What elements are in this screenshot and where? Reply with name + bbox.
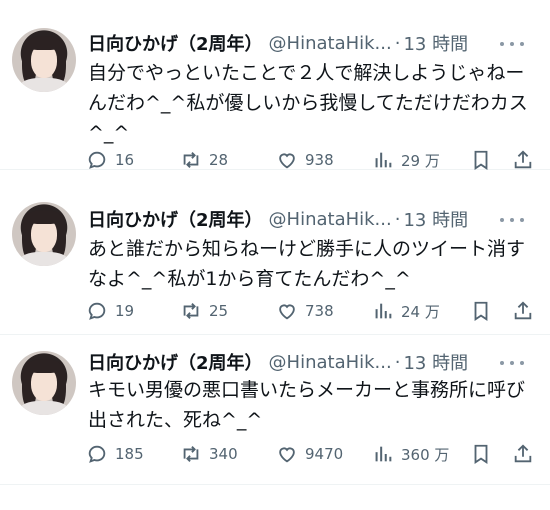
user-handle[interactable]: @HinataHik... xyxy=(269,209,392,230)
share-button[interactable] xyxy=(512,443,534,465)
reply-button[interactable]: 19 xyxy=(86,300,134,322)
retweet-icon xyxy=(183,303,199,319)
like-count: 738 xyxy=(305,302,334,320)
like-button[interactable]: 738 xyxy=(276,300,334,322)
tweet-text: 自分でやっといたことで２人で解決しようじゃねーんだわ^_^私が優しいから我慢して… xyxy=(88,62,528,144)
action-bar: 185 340 9470 360 万 xyxy=(86,439,542,469)
bar-chart-icon xyxy=(375,446,392,462)
view-count: 29 万 xyxy=(401,151,440,170)
comment-icon xyxy=(88,302,106,320)
bar-chart-icon xyxy=(375,152,392,168)
like-count: 938 xyxy=(305,151,334,169)
tweet-header: 日向ひかげ（2周年） @HinataHik... · 13 時間 xyxy=(88,349,538,375)
share-button[interactable] xyxy=(512,149,534,171)
tweet[interactable]: 日向ひかげ（2周年） @HinataHik... · 13 時間 自分でやっとい… xyxy=(0,0,550,170)
avatar[interactable] xyxy=(12,28,76,92)
more-dots-icon[interactable] xyxy=(500,353,524,373)
share-icon xyxy=(514,301,532,320)
tweet[interactable]: 日向ひかげ（2周年） @HinataHik... · 13 時間 キモい男優の悪… xyxy=(0,335,550,485)
share-icon xyxy=(514,150,532,169)
heart-icon xyxy=(279,304,295,320)
separator: · xyxy=(394,32,401,54)
more-dots-icon[interactable] xyxy=(500,210,524,230)
retweet-icon xyxy=(183,446,199,462)
bookmark-button[interactable] xyxy=(470,443,492,465)
share-button[interactable] xyxy=(512,300,534,322)
avatar[interactable] xyxy=(12,351,76,415)
user-handle[interactable]: @HinataHik... xyxy=(269,33,392,54)
display-name[interactable]: 日向ひかげ（2周年） xyxy=(88,30,263,56)
comment-icon xyxy=(88,151,106,169)
tweet[interactable]: 日向ひかげ（2周年） @HinataHik... · 13 時間 あと誰だから知… xyxy=(0,170,550,335)
bookmark-button[interactable] xyxy=(470,149,492,171)
bookmark-button[interactable] xyxy=(470,300,492,322)
retweet-icon xyxy=(183,152,199,168)
more-dots-icon[interactable] xyxy=(500,34,524,54)
reply-count: 19 xyxy=(115,302,135,320)
bookmark-icon xyxy=(474,444,488,464)
heart-icon xyxy=(279,447,295,463)
reply-button[interactable]: 185 xyxy=(86,443,144,465)
like-button[interactable]: 9470 xyxy=(276,443,343,465)
display-name[interactable]: 日向ひかげ（2周年） xyxy=(88,206,263,232)
reply-button[interactable]: 16 xyxy=(86,149,134,171)
tweet-text: あと誰だから知らねーけど勝手に人のツイート消すなよ^_^私が1から育てたんだわ^… xyxy=(88,238,526,290)
heart-icon xyxy=(279,153,295,169)
view-count: 360 万 xyxy=(401,445,450,464)
retweet-button[interactable]: 25 xyxy=(180,300,228,322)
timestamp[interactable]: 13 時間 xyxy=(403,30,468,56)
like-count: 9470 xyxy=(305,445,344,463)
user-handle[interactable]: @HinataHik... xyxy=(269,352,392,373)
view-count: 24 万 xyxy=(401,302,440,321)
timestamp[interactable]: 13 時間 xyxy=(403,206,468,232)
reply-count: 185 xyxy=(115,445,144,463)
tweet-text: キモい男優の悪口書いたらメーカーと事務所に呼び出された、死ね^_^ xyxy=(88,379,526,431)
comment-icon xyxy=(88,445,106,463)
bar-chart-icon xyxy=(375,303,392,319)
tweet-header: 日向ひかげ（2周年） @HinataHik... · 13 時間 xyxy=(88,206,538,232)
retweet-count: 340 xyxy=(209,445,238,463)
display-name[interactable]: 日向ひかげ（2周年） xyxy=(88,349,263,375)
action-bar: 19 25 738 24 万 xyxy=(86,296,542,326)
separator: · xyxy=(394,208,401,230)
retweet-count: 25 xyxy=(209,302,229,320)
timeline: 日向ひかげ（2周年） @HinataHik... · 13 時間 自分でやっとい… xyxy=(0,0,550,485)
tweet-header: 日向ひかげ（2周年） @HinataHik... · 13 時間 xyxy=(88,30,538,56)
avatar[interactable] xyxy=(12,202,76,266)
retweet-button[interactable]: 340 xyxy=(180,443,238,465)
bookmark-icon xyxy=(474,301,488,321)
timestamp[interactable]: 13 時間 xyxy=(403,349,468,375)
share-icon xyxy=(514,444,532,463)
retweet-button[interactable]: 28 xyxy=(180,149,228,171)
views-button[interactable]: 24 万 xyxy=(372,300,440,322)
like-button[interactable]: 938 xyxy=(276,149,334,171)
separator: · xyxy=(394,351,401,373)
reply-count: 16 xyxy=(115,151,135,169)
bookmark-icon xyxy=(474,150,488,170)
views-button[interactable]: 29 万 xyxy=(372,149,440,171)
views-button[interactable]: 360 万 xyxy=(372,443,449,465)
retweet-count: 28 xyxy=(209,151,229,169)
